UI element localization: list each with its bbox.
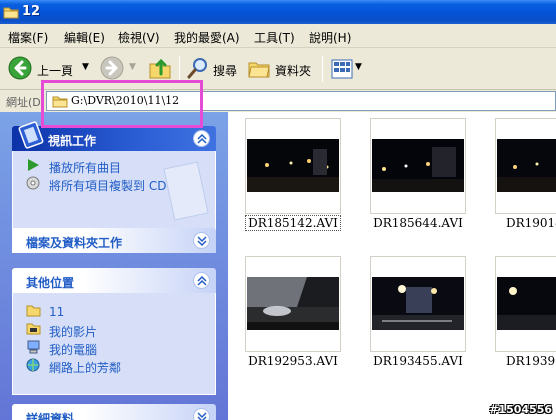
file-thumbnail[interactable] xyxy=(245,118,341,214)
folder-icon xyxy=(26,304,41,320)
search-button[interactable] xyxy=(186,56,210,83)
video-tasks-title: 視訊工作 xyxy=(48,134,97,148)
folder-icon xyxy=(3,5,19,23)
menu-help[interactable]: 說明(H) xyxy=(309,29,351,46)
back-label[interactable]: 上一頁 xyxy=(37,62,73,79)
play-all-link[interactable]: 播放所有曲目 xyxy=(13,157,215,175)
chevron-up-icon[interactable] xyxy=(193,272,210,289)
file-tasks-title: 檔案及資料夾工作 xyxy=(26,236,123,250)
chevron-down-icon[interactable] xyxy=(193,408,210,420)
title-bar[interactable]: 12 xyxy=(0,0,556,24)
file-thumbnail[interactable] xyxy=(370,256,466,352)
place-my-videos[interactable]: 我的影片 xyxy=(13,321,215,339)
file-thumbnail[interactable] xyxy=(370,118,466,214)
chevron-up-icon[interactable] xyxy=(193,130,210,147)
place-my-computer[interactable]: 我的電腦 xyxy=(13,339,215,357)
file-thumbnail[interactable] xyxy=(495,256,556,352)
back-button[interactable] xyxy=(8,56,32,83)
folders-label[interactable]: 資料夾 xyxy=(275,62,311,79)
copy-to-cd-link[interactable]: 將所有項目複製到 CD xyxy=(13,175,215,193)
details-panel: 詳細資料 xyxy=(12,404,216,420)
cd-icon xyxy=(26,176,40,193)
task-pane: 視訊工作 播放所有曲目 將所有項目複製到 CD 檔案及資料夾工作 其他位置 11… xyxy=(0,112,228,420)
file-thumbnail[interactable] xyxy=(495,118,556,214)
file-name-label[interactable]: DR185644.AVI xyxy=(358,216,478,230)
network-icon xyxy=(26,358,41,375)
menu-edit[interactable]: 編輯(E) xyxy=(64,29,105,46)
back-arrow-icon xyxy=(8,56,32,80)
video-frame-thumbnail xyxy=(247,277,339,330)
views-button[interactable] xyxy=(331,59,353,82)
file-tasks-header[interactable]: 檔案及資料夾工作 xyxy=(12,228,216,253)
other-places-panel: 其他位置 11 我的影片 我的電腦 網路上的芳鄰 xyxy=(12,268,216,395)
file-name-label[interactable]: DR193958 xyxy=(483,354,556,368)
up-folder-icon xyxy=(149,58,171,79)
highlight-annotation-box xyxy=(41,80,203,128)
place-folder-11[interactable]: 11 xyxy=(13,303,215,321)
menu-favorites[interactable]: 我的最愛(A) xyxy=(174,29,240,46)
computer-icon xyxy=(26,340,41,357)
video-frame-thumbnail xyxy=(247,139,339,192)
forward-dropdown-icon[interactable]: ▼ xyxy=(129,62,136,72)
views-dropdown-icon[interactable]: ▼ xyxy=(355,62,362,72)
chevron-down-icon[interactable] xyxy=(193,232,210,249)
video-frame-thumbnail xyxy=(497,139,556,192)
details-title: 詳細資料 xyxy=(26,412,75,420)
file-name-label[interactable]: DR193455.AVI xyxy=(358,354,478,368)
other-places-title: 其他位置 xyxy=(26,276,75,290)
search-icon xyxy=(187,58,207,79)
details-header[interactable]: 詳細資料 xyxy=(12,404,216,420)
menu-tools[interactable]: 工具(T) xyxy=(254,29,295,46)
video-frame-thumbnail xyxy=(497,277,556,330)
menu-file[interactable]: 檔案(F) xyxy=(8,29,48,46)
forward-button[interactable] xyxy=(100,56,124,83)
back-dropdown-icon[interactable]: ▼ xyxy=(82,62,89,72)
up-folder-button[interactable] xyxy=(148,56,172,83)
folders-icon xyxy=(248,62,270,78)
window-title: 12 xyxy=(22,4,41,19)
views-grid-icon xyxy=(331,59,353,79)
file-name-label[interactable]: DR190146 xyxy=(483,216,556,230)
video-frame-thumbnail xyxy=(372,139,464,192)
my-videos-icon xyxy=(26,322,41,338)
file-view: DR185142.AVI DR185644.AVI DR190146 DR192… xyxy=(228,112,556,420)
video-frame-thumbnail xyxy=(372,277,464,330)
menu-view[interactable]: 檢視(V) xyxy=(118,29,160,46)
address-label: 網址(D) xyxy=(6,96,46,109)
search-label[interactable]: 搜尋 xyxy=(213,62,237,79)
play-icon xyxy=(26,158,40,175)
file-thumbnail[interactable] xyxy=(245,256,341,352)
file-tasks-panel: 檔案及資料夾工作 xyxy=(12,228,216,253)
menu-bar: 檔案(F) 編輯(E) 檢視(V) 我的最愛(A) 工具(T) 說明(H) xyxy=(0,24,556,48)
other-places-header[interactable]: 其他位置 xyxy=(12,268,216,293)
file-name-label[interactable]: DR192953.AVI xyxy=(233,354,353,368)
file-name-label[interactable]: DR185142.AVI xyxy=(245,215,341,231)
watermark-text: #1504556 xyxy=(489,403,552,416)
video-tasks-panel: 視訊工作 播放所有曲目 將所有項目複製到 CD xyxy=(12,121,216,231)
place-network[interactable]: 網路上的芳鄰 xyxy=(13,357,215,375)
folders-button[interactable] xyxy=(248,57,270,82)
video-tasks-header[interactable]: 視訊工作 xyxy=(12,121,216,151)
forward-arrow-icon xyxy=(100,56,124,80)
